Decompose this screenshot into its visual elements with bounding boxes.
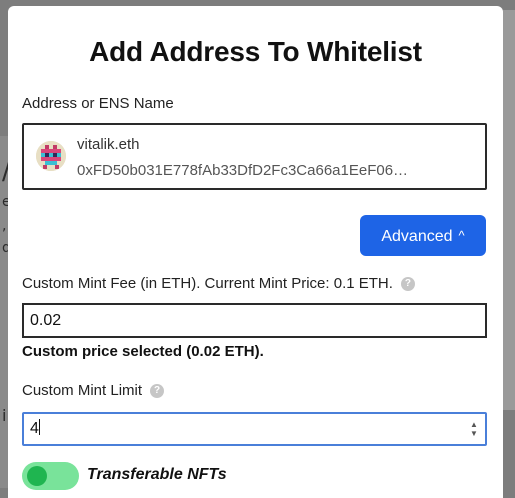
address-label: Address or ENS Name — [22, 95, 174, 112]
background-glyph: i — [2, 406, 7, 425]
ens-address: 0xFD50b031E778fAb33DfD2Fc3Ca66a1EeF06… — [77, 162, 409, 179]
help-icon[interactable]: ? — [400, 277, 415, 291]
text-cursor — [38, 419, 40, 435]
mint-limit-value: 4 — [30, 420, 39, 437]
ens-avatar-icon — [36, 141, 66, 171]
mint-fee-label-text: Custom Mint Fee (in ETH). Current Mint P… — [22, 275, 393, 292]
mint-fee-input[interactable]: 0.02 — [22, 303, 487, 338]
mint-fee-label: Custom Mint Fee (in ETH). Current Mint P… — [22, 275, 415, 292]
number-stepper-icon[interactable]: ▲ ▼ — [469, 420, 479, 438]
modal-title: Add Address To Whitelist — [89, 36, 422, 67]
transferable-toggle[interactable] — [22, 462, 79, 490]
transferable-label: Transferable NFTs — [87, 466, 227, 483]
whitelist-modal: Add Address To Whitelist Address or ENS … — [8, 6, 503, 498]
background-scrollbar — [501, 10, 515, 410]
mint-limit-label: Custom Mint Limit? — [22, 382, 165, 399]
chevron-up-icon: ^ — [458, 228, 465, 243]
help-icon[interactable]: ? — [150, 384, 165, 398]
ens-name: vitalik.eth — [77, 136, 140, 153]
background-glyph: , — [2, 218, 7, 234]
advanced-button-label: Advanced — [381, 228, 453, 245]
address-input[interactable]: vitalik.eth 0xFD50b031E778fAb33DfD2Fc3Ca… — [22, 123, 487, 190]
toggle-knob — [27, 466, 47, 486]
advanced-button[interactable]: Advanced ^ — [360, 215, 486, 256]
mint-limit-input[interactable]: 4 ▲ ▼ — [22, 412, 487, 446]
custom-price-note: Custom price selected (0.02 ETH). — [22, 343, 264, 360]
mint-limit-label-text: Custom Mint Limit — [22, 382, 143, 399]
mint-fee-value: 0.02 — [30, 312, 62, 329]
